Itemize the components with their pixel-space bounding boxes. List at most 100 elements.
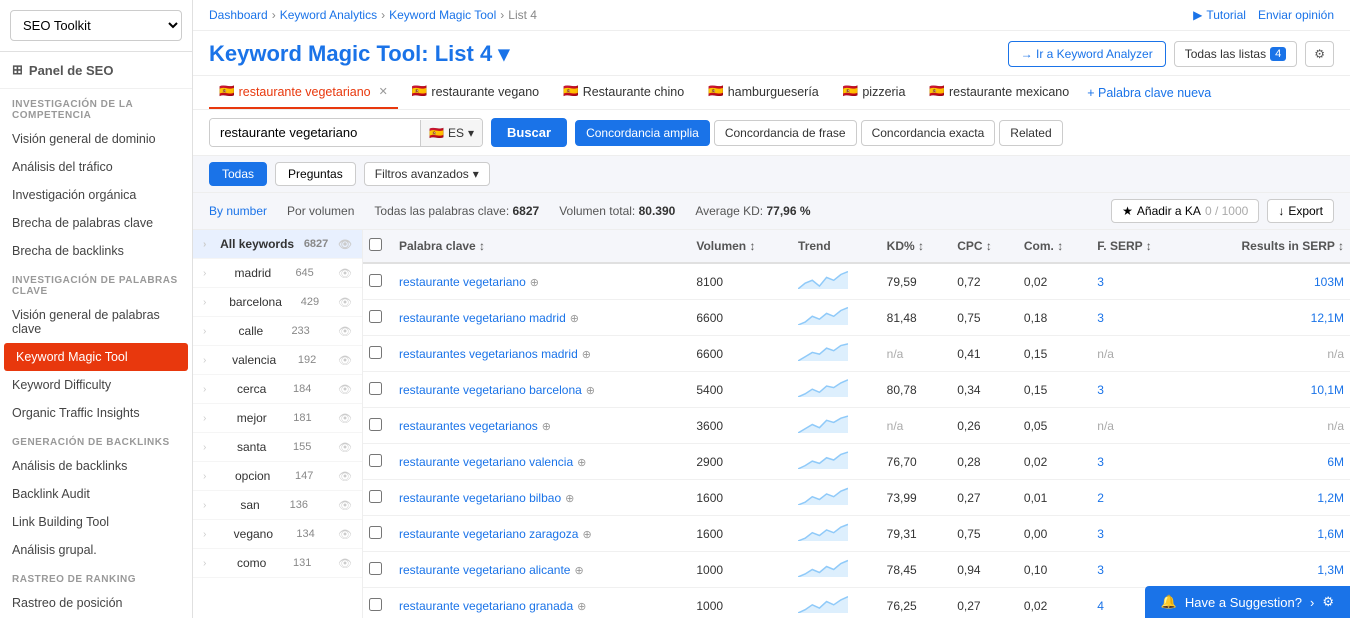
breadcrumb-dashboard[interactable]: Dashboard <box>209 8 268 22</box>
results-link[interactable]: 6M <box>1327 455 1344 469</box>
keyword-link[interactable]: restaurante vegetariano granada <box>399 599 573 613</box>
sidebar-item[interactable]: Brecha de backlinks <box>0 237 192 265</box>
add-ka-button[interactable]: ★ Añadir a KA 0 / 1000 <box>1111 199 1259 223</box>
row-checkbox[interactable] <box>369 562 382 575</box>
fserp-link[interactable]: 3 <box>1097 311 1104 325</box>
toolkit-select[interactable]: SEO Toolkit <box>10 10 182 41</box>
keyword-group-item[interactable]: › como 131 👁 <box>193 549 362 578</box>
suggest-icon[interactable]: ⊕ <box>582 529 591 541</box>
keyword-group-item[interactable]: › opcion 147 👁 <box>193 462 362 491</box>
row-checkbox[interactable] <box>369 490 382 503</box>
keyword-group-item[interactable]: › santa 155 👁 <box>193 433 362 462</box>
sidebar-dropdown[interactable]: SEO Toolkit <box>0 0 192 52</box>
sidebar-item[interactable]: Backlink Audit <box>0 480 192 508</box>
opinion-link[interactable]: Enviar opinión <box>1258 8 1334 22</box>
sidebar-item[interactable]: Análisis de backlinks <box>0 452 192 480</box>
keyword-group-item[interactable]: › valencia 192 👁 <box>193 346 362 375</box>
results-link[interactable]: 10,1M <box>1311 383 1344 397</box>
match-type-button[interactable]: Concordancia de frase <box>714 120 857 146</box>
eye-icon[interactable]: 👁 <box>338 470 352 483</box>
suggest-icon[interactable]: ⊕ <box>577 457 586 469</box>
panel-btn[interactable]: ⊞ Panel de SEO <box>0 52 192 89</box>
keyword-link[interactable]: restaurante vegetariano bilbao <box>399 491 561 505</box>
suggest-icon[interactable]: ⊕ <box>586 385 595 397</box>
suggest-icon[interactable]: ⊕ <box>577 601 586 613</box>
match-type-button[interactable]: Related <box>999 120 1062 146</box>
eye-icon[interactable]: 👁 <box>338 441 352 454</box>
col-com[interactable]: Com. ↕ <box>1018 230 1091 263</box>
sidebar-item[interactable]: Organic Traffic Insights <box>0 399 192 427</box>
lang-select[interactable]: 🇪🇸 ES ▾ <box>420 120 482 146</box>
sidebar-item[interactable]: Keyword Difficulty <box>0 371 192 399</box>
fserp-link[interactable]: 4 <box>1097 599 1104 613</box>
keyword-link[interactable]: restaurante vegetariano <box>399 275 526 289</box>
results-link[interactable]: 103M <box>1314 275 1344 289</box>
keyword-group-item[interactable]: › cerca 184 👁 <box>193 375 362 404</box>
col-volume[interactable]: Volumen ↕ <box>690 230 792 263</box>
search-button[interactable]: Buscar <box>491 118 567 147</box>
row-checkbox[interactable] <box>369 274 382 287</box>
suggest-icon[interactable]: ⊕ <box>565 493 574 505</box>
breadcrumb-tool[interactable]: Keyword Magic Tool <box>389 8 496 22</box>
sidebar-item[interactable]: Brecha de palabras clave <box>0 209 192 237</box>
col-fserp[interactable]: F. SERP ↕ <box>1091 230 1186 263</box>
suggest-icon[interactable]: ⊕ <box>582 349 591 361</box>
search-input[interactable] <box>210 119 420 146</box>
sidebar-item[interactable]: Keyword Magic Tool <box>4 343 188 371</box>
sidebar-item[interactable]: Análisis grupal. <box>0 536 192 564</box>
results-link[interactable]: 12,1M <box>1311 311 1344 325</box>
col-kd[interactable]: KD% ↕ <box>881 230 952 263</box>
keyword-link[interactable]: restaurantes vegetarianos <box>399 419 538 433</box>
suggest-icon[interactable]: ⊕ <box>542 421 551 433</box>
row-checkbox[interactable] <box>369 346 382 359</box>
results-link[interactable]: 1,3M <box>1317 563 1344 577</box>
keyword-group-item[interactable]: › barcelona 429 👁 <box>193 288 362 317</box>
eye-icon[interactable]: 👁 <box>338 412 352 425</box>
sidebar-item[interactable]: Visión general de dominio <box>0 125 192 153</box>
keyword-link[interactable]: restaurante vegetariano zaragoza <box>399 527 578 541</box>
keyword-group-item[interactable]: › san 136 👁 <box>193 491 362 520</box>
toggle-volume[interactable]: Por volumen <box>287 204 354 218</box>
fserp-link[interactable]: 2 <box>1097 491 1104 505</box>
add-tab-button[interactable]: + Palabra clave nueva <box>1083 78 1215 108</box>
eye-icon[interactable]: 👁 <box>338 557 352 570</box>
sidebar-item[interactable]: Visión general de palabras clave <box>0 301 192 343</box>
results-link[interactable]: 1,6M <box>1317 527 1344 541</box>
fserp-link[interactable]: 3 <box>1097 383 1104 397</box>
tab-close[interactable]: ✕ <box>379 85 388 98</box>
match-type-button[interactable]: Concordancia exacta <box>861 120 996 146</box>
row-checkbox[interactable] <box>369 526 382 539</box>
eye-icon[interactable]: 👁 <box>338 238 352 251</box>
row-checkbox[interactable] <box>369 310 382 323</box>
match-type-button[interactable]: Concordancia amplia <box>575 120 710 146</box>
tab-item[interactable]: 🇪🇸restaurante mexicano <box>919 76 1079 109</box>
suggest-icon[interactable]: ⊕ <box>530 277 539 289</box>
keyword-group-item[interactable]: › vegano 134 👁 <box>193 520 362 549</box>
eye-icon[interactable]: 👁 <box>338 267 352 280</box>
tab-item[interactable]: 🇪🇸pizzeria <box>833 76 916 109</box>
analyzer-button[interactable]: → Ir a Keyword Analyzer <box>1008 41 1166 67</box>
keyword-link[interactable]: restaurante vegetariano alicante <box>399 563 570 577</box>
keyword-group-item[interactable]: › madrid 645 👁 <box>193 259 362 288</box>
col-keyword[interactable]: Palabra clave ↕ <box>393 230 690 263</box>
gear-button[interactable]: ⚙ <box>1305 41 1334 67</box>
select-all-checkbox[interactable] <box>369 238 382 251</box>
keyword-group-item[interactable]: › mejor 181 👁 <box>193 404 362 433</box>
keyword-link[interactable]: restaurante vegetariano barcelona <box>399 383 582 397</box>
eye-icon[interactable]: 👁 <box>338 354 352 367</box>
col-cpc[interactable]: CPC ↕ <box>951 230 1018 263</box>
suggestion-banner[interactable]: 🔔 Have a Suggestion? › ⚙ <box>1145 586 1350 618</box>
tab-item[interactable]: 🇪🇸Restaurante chino <box>553 76 694 109</box>
suggest-icon[interactable]: ⊕ <box>574 565 583 577</box>
tab-item[interactable]: 🇪🇸hamburguesería <box>698 76 829 109</box>
lists-button[interactable]: Todas las listas 4 <box>1174 41 1298 67</box>
keyword-link[interactable]: restaurante vegetariano madrid <box>399 311 566 325</box>
export-button[interactable]: ↓ Export <box>1267 199 1334 223</box>
sidebar-item[interactable]: Análisis del tráfico <box>0 153 192 181</box>
tab-item[interactable]: 🇪🇸restaurante vegano <box>402 76 549 109</box>
toggle-number[interactable]: By number <box>209 204 267 218</box>
results-link[interactable]: 1,2M <box>1317 491 1344 505</box>
row-checkbox[interactable] <box>369 382 382 395</box>
breadcrumb-analytics[interactable]: Keyword Analytics <box>280 8 377 22</box>
col-results[interactable]: Results in SERP ↕ <box>1186 230 1350 263</box>
